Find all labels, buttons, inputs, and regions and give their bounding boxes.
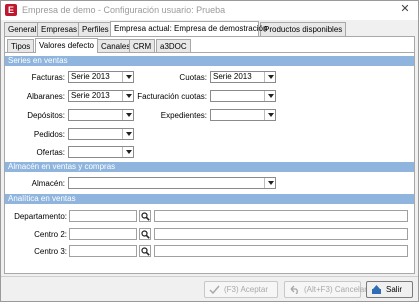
pedidos-label: Pedidos: [33,130,65,139]
section-almacen: Almacén en ventas y compras [5,162,414,172]
chevron-down-icon[interactable] [264,110,275,120]
almacen-label: Almacén: [31,179,65,188]
chevron-down-icon[interactable] [264,178,275,188]
tab-perfiles[interactable]: Perfiles [78,22,113,36]
tab-empresas[interactable]: Empresas [37,22,82,36]
check-icon [209,285,220,294]
centro2-search-button[interactable] [139,228,151,240]
departamento-search-button[interactable] [139,210,151,222]
window-title: Empresa de demo - Configuración usuario:… [22,5,226,15]
window-close-icon[interactable]: ✕ [399,3,411,15]
pedidos-combo[interactable] [68,128,134,140]
exit-icon [372,285,381,294]
expedientes-label: Expedientes: [160,111,207,120]
albaranes-label: Albaranes: [26,92,65,101]
facturas-value: Serie 2013 [71,72,110,81]
albaranes-value: Serie 2013 [71,91,110,100]
centro3-search-button[interactable] [139,245,151,257]
cuotas-label: Cuotas: [179,73,207,82]
facturacion-cuotas-label: Facturación cuotas: [137,92,207,101]
search-icon [141,247,150,256]
centro2-label: Centro 2: [34,230,67,239]
facturas-label: Facturas: [31,73,65,82]
tab-productos-disponibles[interactable]: Productos disponibles [260,22,347,36]
configuration-window: E Empresa de demo - Configuración usuari… [0,0,419,302]
tab-general[interactable]: General [4,22,41,36]
cancel-button[interactable]: (Alt+F3) Cancelar [284,281,367,298]
facturas-combo[interactable]: Serie 2013 [68,71,134,83]
almacen-combo[interactable] [68,177,276,189]
subtab-a3doc[interactable]: a3DOC [156,39,191,53]
cuotas-value: Serie 2013 [213,72,252,81]
depositos-combo[interactable] [68,109,134,121]
departamento-label: Departamento: [14,212,67,221]
centro3-code-input[interactable] [69,245,137,257]
footer-bar: (F3) Aceptar (Alt+F3) Cancelar Salir [1,276,418,301]
chevron-down-icon[interactable] [264,72,275,82]
centro2-description-field [154,228,408,240]
cuotas-combo[interactable]: Serie 2013 [210,71,276,83]
undo-icon [290,285,298,294]
title-bar: E Empresa de demo - Configuración usuari… [1,1,418,20]
departamento-description-field [154,210,408,222]
accept-button[interactable]: (F3) Aceptar [204,281,278,298]
chevron-down-icon[interactable] [122,129,133,139]
ofertas-combo[interactable] [68,146,134,158]
section-series-ventas: Series en ventas [5,56,414,66]
ofertas-label: Ofertas: [36,148,65,157]
albaranes-combo[interactable]: Serie 2013 [68,90,134,102]
expedientes-combo[interactable] [210,109,276,121]
search-icon [141,230,150,239]
depositos-label: Depósitos: [27,111,65,120]
app-logo-icon: E [5,4,17,16]
chevron-down-icon[interactable] [264,91,275,101]
centro3-label: Centro 3: [34,247,67,256]
facturacion-cuotas-combo[interactable] [210,90,276,102]
subtab-valores-defecto[interactable]: Valores defecto [35,38,98,53]
departamento-code-input[interactable] [69,210,137,222]
centro3-description-field [154,245,408,257]
centro2-code-input[interactable] [69,228,137,240]
search-icon [141,212,150,221]
subtab-crm[interactable]: CRM [129,39,156,53]
chevron-down-icon[interactable] [122,147,133,157]
subtab-tipos[interactable]: Tipos [7,39,35,53]
tab-empresa-actual[interactable]: Empresa actual: Empresa de demostración [110,21,267,36]
exit-button[interactable]: Salir [366,281,413,298]
section-analitica: Analítica en ventas [5,194,414,204]
